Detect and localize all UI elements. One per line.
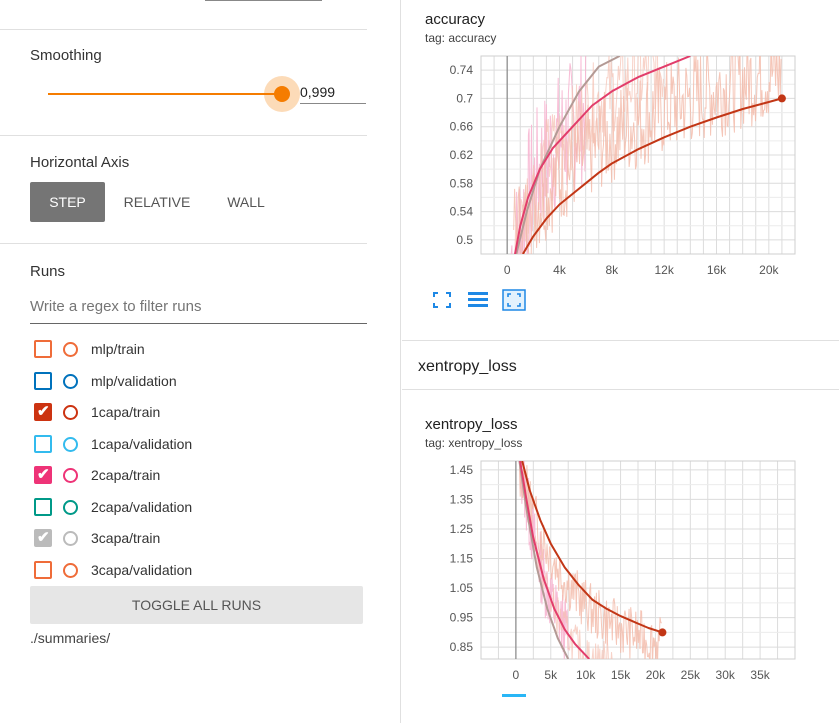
- sidebar: Smoothing 0,999 Horizontal Axis STEP REL…: [0, 0, 401, 723]
- run-radio[interactable]: [63, 468, 78, 483]
- y-tick-label: 0.58: [450, 176, 474, 190]
- data-selection-icon[interactable]: [466, 289, 490, 311]
- run-checkbox[interactable]: [34, 561, 52, 579]
- runs-filter[interactable]: [30, 298, 367, 324]
- xentropy-group-header[interactable]: xentropy_loss: [402, 340, 839, 390]
- smoothing-value-input[interactable]: 0,999: [300, 84, 366, 104]
- x-tick-label: 4k: [553, 263, 567, 277]
- run-item[interactable]: 3capa/validation: [34, 560, 364, 582]
- run-label: mlp/validation: [91, 373, 177, 389]
- run-radio[interactable]: [63, 500, 78, 515]
- horizontal-axis-title: Horizontal Axis: [30, 154, 130, 171]
- y-tick-label: 0.5: [456, 233, 473, 247]
- x-tick-label: 25k: [681, 668, 701, 682]
- series-end-point: [777, 94, 786, 103]
- run-label: 1capa/validation: [91, 436, 193, 452]
- run-label: 3capa/validation: [91, 562, 193, 578]
- axis-step-button[interactable]: STEP: [30, 182, 105, 222]
- run-item[interactable]: mlp/train: [34, 339, 364, 361]
- group-title: xentropy_loss: [418, 358, 517, 375]
- x-tick-label: 0: [513, 668, 520, 682]
- xentropy-card-tag: tag: xentropy_loss: [425, 436, 523, 450]
- accuracy-chart[interactable]: 0.5 0.54 0.58 0.62 0.66 0.7 0.74 0 4k 8k 12k 16k 20k: [425, 52, 805, 282]
- y-tick-label: 1.45: [450, 463, 474, 477]
- x-tick-label: 30k: [716, 668, 736, 682]
- run-item[interactable]: 1capa/validation: [34, 434, 364, 456]
- axis-relative-button[interactable]: RELATIVE: [115, 182, 199, 222]
- y-tick-label: 1.35: [450, 492, 474, 506]
- raw-data-layer: [518, 461, 663, 659]
- y-tick-label: 1.05: [450, 581, 474, 595]
- run-checkbox[interactable]: ✔: [34, 403, 52, 421]
- x-tick-label: 15k: [611, 668, 631, 682]
- run-checkbox[interactable]: ✔: [34, 529, 52, 547]
- divider: [0, 29, 367, 30]
- y-tick-label: 0.7: [456, 91, 473, 105]
- divider: [0, 243, 367, 244]
- raw-data-layer: [510, 56, 783, 254]
- bottom-tab-indicator: [502, 694, 526, 697]
- run-label: 3capa/train: [91, 530, 161, 546]
- x-tick-label: 5k: [544, 668, 558, 682]
- run-label: 2capa/train: [91, 467, 161, 483]
- run-radio[interactable]: [63, 531, 78, 546]
- run-checkbox[interactable]: ✔: [34, 466, 52, 484]
- y-tick-label: 0.54: [450, 205, 474, 219]
- x-tick-label: 20k: [646, 668, 666, 682]
- y-tick-label: 0.95: [450, 611, 474, 625]
- runs-title: Runs: [30, 263, 66, 280]
- smoothing-slider-track[interactable]: [48, 93, 282, 95]
- fullscreen-icon[interactable]: [430, 289, 454, 311]
- x-tick-label: 8k: [605, 263, 619, 277]
- y-tick-label: 0.62: [450, 148, 474, 162]
- checkmark-icon: ✔: [37, 466, 50, 483]
- fit-domain-icon[interactable]: [502, 289, 526, 311]
- x-tick-label: 20k: [759, 263, 779, 277]
- run-checkbox[interactable]: [34, 372, 52, 390]
- run-label: 2capa/validation: [91, 499, 193, 515]
- x-tick-label: 16k: [707, 263, 727, 277]
- divider: [0, 135, 367, 136]
- y-tick-label: 0.66: [450, 120, 474, 134]
- logdir-label: ./summaries/: [30, 630, 111, 646]
- run-checkbox[interactable]: [34, 340, 52, 358]
- run-item[interactable]: ✔ 1capa/train: [34, 402, 364, 424]
- run-label: mlp/train: [91, 341, 145, 357]
- run-radio[interactable]: [63, 342, 78, 357]
- runs-filter-input[interactable]: [30, 298, 367, 315]
- accuracy-card-tag: tag: accuracy: [425, 31, 497, 45]
- run-radio[interactable]: [63, 437, 78, 452]
- run-radio[interactable]: [63, 405, 78, 420]
- x-tick-label: 0: [504, 263, 511, 277]
- top-field-underline: [205, 0, 322, 1]
- axis-wall-button[interactable]: WALL: [215, 182, 277, 222]
- toggle-all-runs-button[interactable]: TOGGLE ALL RUNS: [30, 586, 363, 624]
- y-tick-label: 0.85: [450, 640, 474, 654]
- run-label: 1capa/train: [91, 404, 161, 420]
- accuracy-card-title: accuracy: [425, 11, 486, 28]
- run-item[interactable]: ✔ 3capa/train: [34, 528, 364, 550]
- run-item[interactable]: mlp/validation: [34, 371, 364, 393]
- run-checkbox[interactable]: [34, 498, 52, 516]
- xentropy-card-title: xentropy_loss: [425, 416, 518, 433]
- y-tick-label: 1.15: [450, 552, 474, 566]
- checkmark-icon: ✔: [37, 529, 50, 546]
- y-tick-label: 1.25: [450, 522, 474, 536]
- run-item[interactable]: ✔ 2capa/train: [34, 465, 364, 487]
- x-tick-label: 35k: [750, 668, 770, 682]
- checkmark-icon: ✔: [37, 403, 50, 420]
- smoothing-slider-thumb[interactable]: [274, 86, 290, 102]
- run-item[interactable]: 2capa/validation: [34, 497, 364, 519]
- y-tick-label: 0.74: [450, 63, 474, 77]
- series-end-point: [658, 628, 667, 637]
- x-tick-label: 10k: [576, 668, 596, 682]
- run-checkbox[interactable]: [34, 435, 52, 453]
- smoothing-title: Smoothing: [30, 47, 102, 64]
- x-tick-label: 12k: [654, 263, 674, 277]
- run-radio[interactable]: [63, 374, 78, 389]
- run-radio[interactable]: [63, 563, 78, 578]
- xentropy-chart[interactable]: 0.85 0.95 1.05 1.15 1.25 1.35 1.45 0 5k 10k 15k 20k…: [425, 456, 815, 696]
